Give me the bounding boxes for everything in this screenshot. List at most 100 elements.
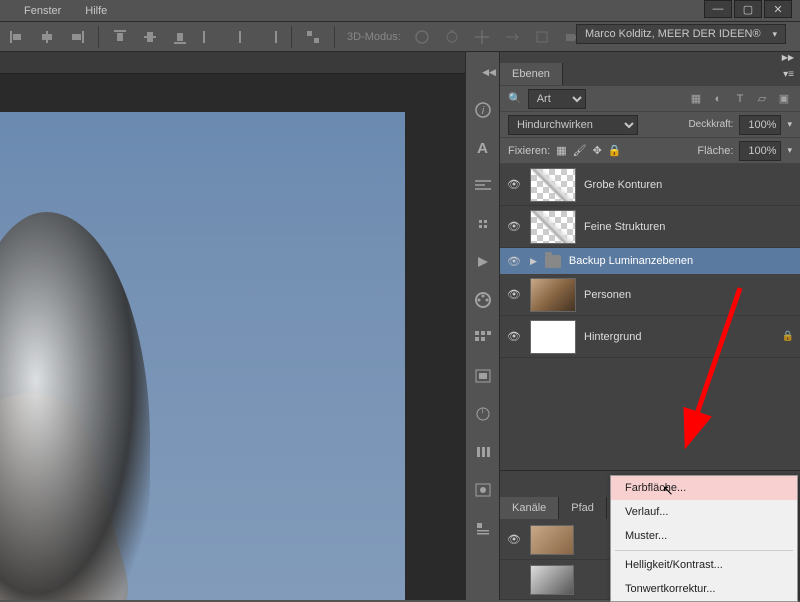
opacity-label: Deckkraft: — [688, 119, 733, 130]
visibility-icon[interactable]: 👁 — [506, 255, 522, 268]
folder-icon — [545, 255, 561, 268]
styles-panel-icon[interactable] — [473, 366, 493, 386]
menu-item-pattern[interactable]: Muster... — [611, 524, 797, 548]
filter-smart-icon[interactable]: ▣ — [776, 91, 792, 107]
layer-name[interactable]: Hintergrund — [584, 331, 641, 343]
canvas[interactable] — [0, 112, 405, 600]
distribute-bottom-icon[interactable] — [171, 28, 189, 46]
layer-row[interactable]: 👁 Hintergrund 🔒 — [500, 316, 800, 358]
minimize-button[interactable]: — — [704, 0, 732, 18]
distribute-h-icon[interactable] — [231, 28, 249, 46]
color-panel-icon[interactable] — [473, 290, 493, 310]
blend-mode-select[interactable]: Hindurchwirken — [508, 115, 638, 135]
collapse-icon[interactable]: ▶▶ — [782, 53, 794, 62]
document-tab-strip[interactable] — [0, 52, 465, 74]
lock-position-icon[interactable]: ✥ — [593, 144, 602, 157]
channels-tab[interactable]: Kanäle — [500, 497, 559, 519]
info-panel-icon[interactable]: i — [473, 100, 493, 120]
menu-item-gradient[interactable]: Verlauf... — [611, 500, 797, 524]
distribute-center-v-icon[interactable] — [141, 28, 159, 46]
adjustment-layer-menu: Farbfläche... Verlauf... Muster... Helli… — [610, 475, 798, 602]
menu-hilfe[interactable]: Hilfe — [85, 5, 107, 17]
cursor-icon: ↖ — [662, 482, 674, 499]
filter-shape-icon[interactable]: ▱ — [754, 91, 770, 107]
blend-opacity-row: Hindurchwirken Deckkraft: ▾ — [500, 112, 800, 138]
chevron-down-icon[interactable]: ▾ — [787, 145, 792, 156]
visibility-icon[interactable]: 👁 — [506, 178, 522, 191]
fill-label: Fläche: — [697, 145, 733, 157]
navigator-panel-icon[interactable] — [473, 480, 493, 500]
auto-align-icon[interactable] — [304, 28, 322, 46]
close-button[interactable]: ✕ — [764, 0, 792, 18]
layers-tab[interactable]: Ebenen — [500, 63, 563, 85]
distribute-top-icon[interactable] — [111, 28, 129, 46]
play-panel-icon[interactable] — [473, 252, 493, 272]
swatches-panel-icon[interactable] — [473, 328, 493, 348]
align-center-h-icon[interactable] — [38, 28, 56, 46]
distribute-left-icon[interactable] — [201, 28, 219, 46]
layer-thumbnail[interactable] — [530, 320, 576, 354]
menu-separator — [615, 550, 793, 551]
layers-list: 👁 Grobe Konturen 👁 Feine Strukturen 👁 ▶ … — [500, 164, 800, 470]
opacity-input[interactable] — [739, 115, 781, 135]
distribute-right-icon[interactable] — [261, 28, 279, 46]
channel-thumbnail[interactable] — [530, 525, 574, 555]
lock-fill-row: Fixieren: ▦ 🖌 ✥ 🔒 Fläche: ▾ — [500, 138, 800, 164]
layer-row[interactable]: 👁 Personen — [500, 274, 800, 316]
visibility-icon[interactable]: 👁 — [506, 533, 522, 546]
3d-roll-icon[interactable] — [443, 28, 461, 46]
layer-name[interactable]: Personen — [584, 289, 631, 301]
visibility-icon[interactable]: 👁 — [506, 220, 522, 233]
menu-item-solid-color[interactable]: Farbfläche... — [611, 476, 797, 500]
panel-menu-icon[interactable]: ▾≡ — [783, 69, 794, 80]
workspace-preset[interactable]: Marco Kolditz, MEER DER IDEEN® ▾ — [576, 24, 786, 44]
disclosure-triangle-icon[interactable]: ▶ — [530, 256, 537, 267]
align-right-icon[interactable] — [68, 28, 86, 46]
svg-text:i: i — [481, 105, 484, 117]
paths-tab[interactable]: Pfad — [559, 497, 607, 519]
layer-row[interactable]: 👁 Feine Strukturen — [500, 206, 800, 248]
fill-input[interactable] — [739, 141, 781, 161]
layer-name[interactable]: Backup Luminanzebenen — [569, 255, 693, 267]
layer-group-row[interactable]: 👁 ▶ Backup Luminanzebenen — [500, 248, 800, 274]
lock-label: Fixieren: — [508, 145, 550, 157]
maximize-button[interactable]: ▢ — [734, 0, 762, 18]
lock-pixels-icon[interactable]: 🖌 — [573, 144, 587, 157]
mode3d-label: 3D-Modus: — [347, 31, 401, 43]
character-panel-icon[interactable]: A — [473, 138, 493, 158]
align-left-icon[interactable] — [8, 28, 26, 46]
menu-fenster[interactable]: Fenster — [24, 5, 61, 17]
layer-name[interactable]: Grobe Konturen — [584, 179, 662, 191]
expand-icon[interactable]: ◀◀ — [479, 62, 499, 82]
visibility-icon[interactable]: 👁 — [506, 288, 522, 301]
chevron-down-icon: ▾ — [772, 29, 777, 40]
3d-scale-icon[interactable] — [533, 28, 551, 46]
filter-adjust-icon[interactable]: ◐ — [710, 91, 726, 107]
history-panel-icon[interactable] — [473, 442, 493, 462]
lock-all-icon[interactable]: 🔒 — [608, 144, 622, 157]
layer-row[interactable]: 👁 Grobe Konturen — [500, 164, 800, 206]
visibility-icon[interactable]: 👁 — [506, 330, 522, 343]
layer-thumbnail[interactable] — [530, 168, 576, 202]
filter-kind-select[interactable]: Art — [528, 89, 586, 109]
layer-thumbnail[interactable] — [530, 210, 576, 244]
canvas-area — [0, 52, 465, 600]
filter-type-icon[interactable]: T — [732, 91, 748, 107]
layer-thumbnail[interactable] — [530, 278, 576, 312]
adjustments-panel-icon[interactable] — [473, 404, 493, 424]
chevron-down-icon[interactable]: ▾ — [787, 119, 792, 130]
layer-name[interactable]: Feine Strukturen — [584, 221, 665, 233]
3d-orbit-icon[interactable] — [413, 28, 431, 46]
3d-pan-icon[interactable] — [473, 28, 491, 46]
3d-slide-icon[interactable] — [503, 28, 521, 46]
channel-thumbnail[interactable] — [530, 565, 574, 595]
paragraph-panel-icon[interactable] — [473, 176, 493, 196]
properties-panel-icon[interactable] — [473, 518, 493, 538]
brush-panel-icon[interactable] — [473, 214, 493, 234]
menu-item-levels[interactable]: Tonwertkorrektur... — [611, 577, 797, 601]
layer-filter-row: 🔍 Art ▦ ◐ T ▱ ▣ — [500, 86, 800, 112]
lock-transparent-icon[interactable]: ▦ — [556, 144, 566, 157]
menu-bar: Fenster Hilfe — [0, 0, 800, 22]
menu-item-brightness[interactable]: Helligkeit/Kontrast... — [611, 553, 797, 577]
filter-pixel-icon[interactable]: ▦ — [688, 91, 704, 107]
